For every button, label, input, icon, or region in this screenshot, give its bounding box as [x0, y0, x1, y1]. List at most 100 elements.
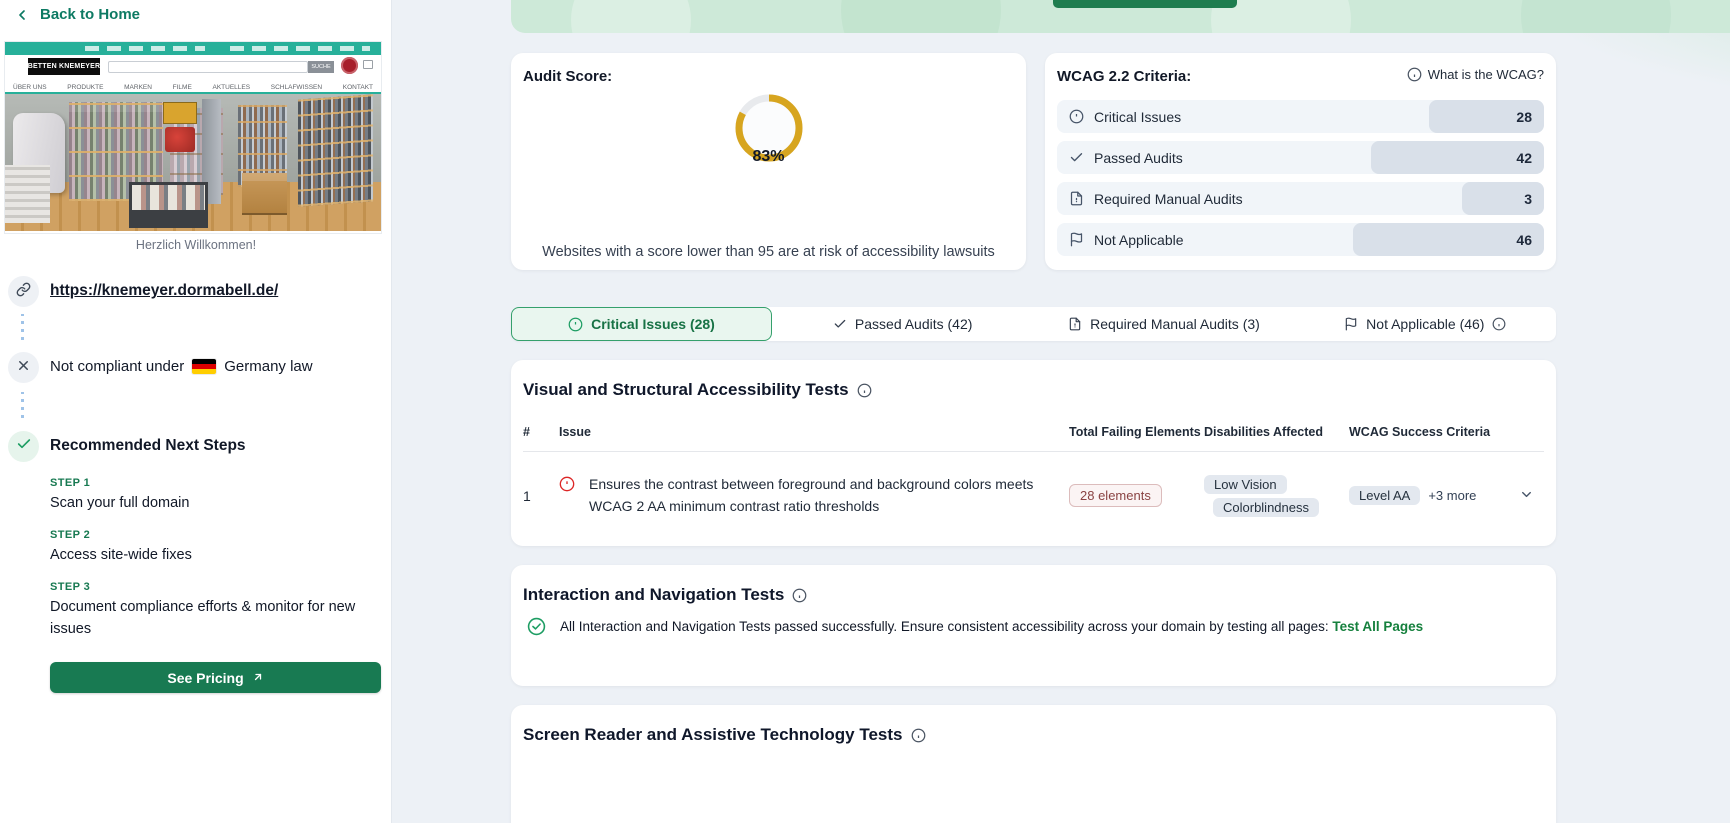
- site-screenshot: BETTEN KNEMEYER SUCHE ÜBER UNS PRODUKTE …: [5, 42, 381, 233]
- site-search-button: SUCHE: [308, 61, 334, 73]
- wcag-row-count: 42: [1371, 141, 1544, 174]
- info-icon[interactable]: [1492, 317, 1506, 331]
- see-pricing-button[interactable]: See Pricing: [50, 662, 381, 693]
- wcag-row-critical[interactable]: Critical Issues 28: [1057, 100, 1544, 133]
- site-cart-icon: [363, 60, 373, 69]
- site-screenshot-topbar: [5, 42, 381, 55]
- site-nav-item: SCHLAFWISSEN: [270, 83, 323, 91]
- compliance-status: Not compliant under Germany law: [50, 358, 313, 375]
- issue-description: Ensures the contrast between foreground …: [589, 476, 1034, 514]
- banner-blob: [841, 0, 1001, 33]
- tab-label: Critical Issues (28): [591, 316, 715, 332]
- compliance-text: Not compliant under: [50, 358, 185, 375]
- back-to-home-link[interactable]: Back to Home: [14, 6, 140, 23]
- site-nav-item: PRODUKTE: [67, 83, 104, 91]
- score-percent: 83%: [752, 148, 785, 165]
- col-issue: Issue: [559, 425, 591, 439]
- screen-reader-tests-header: Screen Reader and Assistive Technology T…: [523, 725, 926, 745]
- alert-circle-icon: [559, 476, 575, 492]
- wcag-row-count: 28: [1429, 100, 1544, 133]
- disability-badge: Colorblindness: [1213, 497, 1319, 517]
- step-3: STEP 3 Document compliance efforts & mon…: [50, 581, 385, 641]
- wcag-row-na[interactable]: Not Applicable 46: [1057, 223, 1544, 256]
- flag-icon: [1069, 232, 1084, 247]
- col-number: #: [523, 425, 530, 439]
- chevron-left-icon: [14, 7, 30, 23]
- back-to-home-label: Back to Home: [40, 6, 141, 23]
- site-nav-item: MARKEN: [124, 83, 152, 91]
- top-banner: [511, 0, 1730, 33]
- compliance-country: Germany law: [224, 358, 313, 375]
- what-is-wcag-label: What is the WCAG?: [1427, 67, 1544, 82]
- dotted-connector: [21, 392, 24, 418]
- wcag-row-count: 3: [1462, 182, 1544, 215]
- site-nav-item: ÜBER UNS: [13, 83, 47, 91]
- link-icon-circle: [8, 276, 39, 307]
- tab-label: Required Manual Audits (3): [1090, 316, 1260, 332]
- results-tabs: Critical Issues (28) Passed Audits (42) …: [511, 307, 1556, 341]
- site-screenshot-navbar: BETTEN KNEMEYER SUCHE: [5, 55, 381, 82]
- topbar-text-decoration: [85, 46, 205, 51]
- tab-label: Passed Audits (42): [854, 316, 973, 332]
- tab-not-applicable[interactable]: Not Applicable (46): [1295, 307, 1556, 341]
- issue-row[interactable]: 1 Ensures the contrast between foregroun…: [523, 460, 1544, 517]
- wcag-row-count: 46: [1353, 223, 1544, 256]
- step-3-label: STEP 3: [50, 581, 91, 593]
- site-nav-item: AKTUELLES: [212, 83, 251, 91]
- visual-tests-title: Visual and Structural Accessibility Test…: [523, 380, 849, 399]
- step-3-text: Document compliance efforts & monitor fo…: [50, 599, 356, 637]
- link-icon: [16, 282, 31, 302]
- site-nav-links: ÜBER UNS PRODUKTE MARKEN FILME AKTUELLES…: [5, 82, 381, 94]
- check-icon: [1069, 150, 1084, 165]
- wcag-row-label: Critical Issues: [1094, 108, 1182, 125]
- sidebar: Back to Home BETTEN KNEMEYER SUCHE ÜBER …: [0, 0, 392, 823]
- germany-flag-icon: [192, 359, 217, 374]
- store-photo: [5, 94, 381, 231]
- site-nav-item: FILME: [172, 83, 192, 91]
- test-all-pages-link[interactable]: Test All Pages: [1332, 619, 1423, 634]
- step-1-label: STEP 1: [50, 477, 91, 489]
- site-search-field: [108, 61, 308, 73]
- wcag-row-passed[interactable]: Passed Audits 42: [1057, 141, 1544, 174]
- interaction-tests-card: Interaction and Navigation Tests All Int…: [511, 565, 1556, 686]
- tab-passed-audits[interactable]: Passed Audits (42): [772, 307, 1033, 341]
- banner-cta-button[interactable]: [1053, 0, 1237, 8]
- wcag-criteria-cell: Level AA +3 more: [1349, 486, 1499, 506]
- site-brand-logo: BETTEN KNEMEYER: [28, 58, 100, 75]
- visual-tests-header: Visual and Structural Accessibility Test…: [523, 380, 872, 400]
- see-pricing-label: See Pricing: [167, 669, 244, 686]
- info-icon[interactable]: [792, 588, 807, 603]
- wcag-rows: Critical Issues 28 Passed Audits 42 Requ…: [1057, 100, 1544, 256]
- col-wcag: WCAG Success Criteria: [1349, 425, 1491, 439]
- site-nav-item: KONTAKT: [342, 83, 373, 91]
- wcag-level-badge: Level AA: [1349, 486, 1421, 506]
- chevron-down-icon: [1519, 487, 1534, 505]
- close-icon: [16, 358, 31, 378]
- check-icon-circle: [8, 431, 39, 462]
- col-failing: Total Failing Elements: [1069, 425, 1201, 439]
- tab-critical-issues[interactable]: Critical Issues (28): [511, 307, 772, 341]
- info-icon[interactable]: [857, 383, 872, 398]
- wcag-title: WCAG 2.2 Criteria:: [1057, 68, 1192, 85]
- audit-score-card: Audit Score: 83% Websites with a score l…: [511, 53, 1026, 270]
- scanned-url-link[interactable]: https://knemeyer.dormabell.de/: [50, 282, 278, 300]
- screen-reader-tests-card: Screen Reader and Assistive Technology T…: [511, 705, 1556, 823]
- tab-required-manual-audits[interactable]: Required Manual Audits (3): [1033, 307, 1294, 341]
- info-icon[interactable]: [911, 728, 926, 743]
- interaction-tests-header: Interaction and Navigation Tests: [523, 585, 807, 605]
- step-1-text: Scan your full domain: [50, 495, 190, 511]
- wcag-row-label: Passed Audits: [1094, 149, 1183, 166]
- screen-reader-tests-title: Screen Reader and Assistive Technology T…: [523, 725, 903, 744]
- what-is-wcag-link[interactable]: What is the WCAG?: [1407, 67, 1544, 82]
- wcag-row-label: Not Applicable: [1094, 231, 1184, 248]
- wcag-row-manual[interactable]: Required Manual Audits 3: [1057, 182, 1544, 215]
- more-criteria-label[interactable]: +3 more: [1428, 488, 1476, 503]
- issues-table-header: # Issue Total Failing Elements Disabilit…: [523, 425, 1544, 452]
- expand-row-control[interactable]: [1499, 487, 1544, 505]
- site-seal-badge: [341, 57, 358, 74]
- alert-circle-icon: [568, 317, 583, 332]
- visual-tests-card: Visual and Structural Accessibility Test…: [511, 360, 1556, 546]
- col-disabilities: Disabilities Affected: [1204, 425, 1324, 439]
- alert-circle-icon: [1069, 109, 1084, 124]
- photo-display-table: [129, 181, 209, 229]
